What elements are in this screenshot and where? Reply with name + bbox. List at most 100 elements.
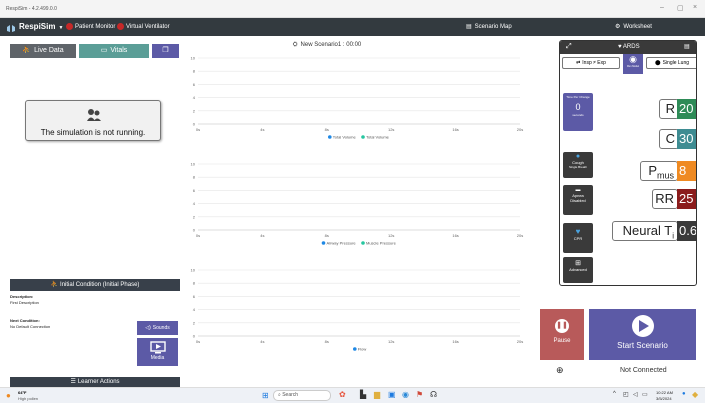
media-button[interactable]: Media bbox=[137, 338, 178, 366]
sounds-label: Sounds bbox=[152, 325, 170, 331]
x-tick-label: 4s bbox=[260, 339, 264, 344]
app-icon[interactable]: ⚑ bbox=[416, 390, 423, 399]
scenario-map-button[interactable]: ▤ Scenario Map bbox=[466, 18, 512, 36]
widget-icon[interactable]: ◆ bbox=[692, 390, 698, 399]
simulation-status-box: The simulation is not running. bbox=[25, 100, 161, 141]
virtual-ventilator-button[interactable]: Virtual Ventilator bbox=[117, 18, 170, 36]
edge-icon[interactable]: ◉ bbox=[402, 390, 409, 399]
worksheet-button[interactable]: ⚙ Worksheet bbox=[615, 18, 652, 36]
explorer-icon[interactable]: ▆ bbox=[374, 390, 380, 399]
chart-total-volume: 10 8 6 4 2 0 0s 4s 8s 12s 16s 20s Total Volume Total … bbox=[188, 54, 533, 144]
advanced-label: Advanced bbox=[569, 267, 587, 272]
store-icon[interactable]: ▣ bbox=[388, 390, 396, 399]
single-lung-button[interactable]: ⬤ Single Lung bbox=[646, 57, 696, 69]
simulation-message: The simulation is not running. bbox=[40, 128, 146, 137]
insp-exp-label: Insp ≠ Exp bbox=[582, 60, 606, 66]
scenario-name-field[interactable]: ⛭ New Scenario1 : 00:00 bbox=[244, 39, 410, 52]
y-tick-label: 10 bbox=[191, 56, 196, 61]
panel-title-label: ARDS bbox=[622, 44, 640, 50]
insp-exp-button[interactable]: ⇄ Insp ≠ Exp bbox=[562, 57, 620, 69]
x-tick-label: 12s bbox=[388, 339, 394, 344]
taskview-icon[interactable]: ▙ bbox=[360, 390, 366, 399]
y-tick-label: 6 bbox=[193, 82, 196, 87]
y-tick-label: 4 bbox=[193, 95, 196, 100]
y-tick-label: 8 bbox=[193, 281, 196, 286]
param-pmus-value[interactable]: 8 bbox=[677, 161, 696, 181]
virtual-ventilator-label: Virtual Ventilator bbox=[126, 24, 170, 30]
tab-vitals-label: Vitals bbox=[110, 47, 128, 54]
tab-vitals[interactable]: ▭ Vitals bbox=[79, 44, 149, 58]
x-tick-label: 16s bbox=[452, 127, 458, 132]
param-pmus-label: Pmus bbox=[640, 161, 678, 181]
windows-start-icon[interactable]: ⊞ bbox=[262, 391, 269, 400]
weather-icon[interactable]: ● bbox=[6, 391, 11, 400]
legend-label[interactable]: Flow bbox=[358, 347, 367, 352]
legend-marker bbox=[328, 135, 332, 139]
time-per-change-button[interactable]: Time Per Change 0 seconds bbox=[563, 93, 593, 131]
patient-monitor-button[interactable]: Patient Monitor bbox=[66, 18, 115, 36]
brand-menu[interactable]: RespiSim ▼ bbox=[6, 18, 63, 36]
window-title: RespiSim - 4.2.499.0.0 bbox=[6, 6, 57, 12]
legend-label[interactable]: Airway Pressure bbox=[327, 241, 357, 246]
vitals-icon: ▭ bbox=[100, 47, 108, 54]
brand-label: RespiSim bbox=[19, 22, 56, 31]
param-neural-ti-value[interactable]: 0.6 bbox=[677, 221, 696, 241]
battery-icon[interactable]: ▭ bbox=[642, 391, 648, 398]
legend-label[interactable]: Total Volume bbox=[366, 135, 390, 140]
network-icon[interactable]: ◰ bbox=[623, 391, 629, 398]
pmus-sub: mus bbox=[656, 170, 674, 181]
cough-button[interactable]: ● Cough Single Breath bbox=[563, 152, 593, 178]
weather-temp: 64°F bbox=[18, 390, 27, 395]
taskbar-search[interactable]: ⌕ Search bbox=[273, 390, 331, 401]
legend-label[interactable]: Total Volume bbox=[333, 135, 357, 140]
y-tick-label: 0 bbox=[193, 334, 196, 339]
minimize-icon[interactable]: – bbox=[660, 4, 664, 11]
legend-label[interactable]: Muscle Pressure bbox=[366, 241, 397, 246]
copilot-icon[interactable]: ✿ bbox=[339, 390, 346, 399]
swap-icon: ⇄ bbox=[576, 60, 581, 66]
panel-header: ⤢ ♥ ARDS ▤ bbox=[560, 41, 696, 54]
pause-label: Pause bbox=[553, 338, 571, 344]
x-tick-label: 8s bbox=[325, 233, 329, 238]
target-icon[interactable]: ⊕ bbox=[556, 365, 564, 376]
tab-live-data[interactable]: ⛹ Live Data bbox=[10, 44, 76, 58]
param-rr-value[interactable]: 25 bbox=[677, 189, 696, 209]
y-tick-label: 0 bbox=[193, 122, 196, 127]
advanced-button[interactable]: ⊞ Advanced bbox=[563, 257, 593, 283]
legend-marker bbox=[321, 241, 326, 245]
sounds-button[interactable]: ◁) Sounds bbox=[137, 321, 178, 335]
volume-icon[interactable]: ◁ bbox=[633, 391, 638, 398]
tray-chevron-icon[interactable]: ^ bbox=[613, 391, 616, 397]
cpr-button[interactable]: ♥ CPR bbox=[563, 223, 593, 253]
maximize-icon[interactable]: ▢ bbox=[677, 4, 684, 12]
settings-icon[interactable]: ▤ bbox=[684, 43, 690, 50]
time-per-change-label: Time Per Change bbox=[566, 95, 590, 99]
time-per-change-unit: seconds bbox=[572, 113, 584, 117]
respisim-taskbar-icon[interactable]: ☊ bbox=[430, 390, 437, 399]
close-icon[interactable]: × bbox=[693, 4, 697, 11]
app-toolbar: RespiSim ▼ Patient Monitor Virtual Ventil… bbox=[0, 18, 705, 52]
heart-icon: ♥ bbox=[575, 227, 581, 236]
window-titlebar: RespiSim - 4.2.499.0.0 – ▢ × bbox=[0, 0, 705, 18]
monitor-icon bbox=[149, 341, 166, 354]
collapse-icon[interactable]: ⤢ bbox=[566, 43, 572, 51]
start-scenario-label: Start Scenario bbox=[617, 341, 668, 350]
param-c-label: C bbox=[659, 129, 679, 149]
x-tick-label: 0s bbox=[196, 233, 200, 238]
y-tick-label: 6 bbox=[193, 188, 196, 193]
run-model-button[interactable]: ◉ Run Model bbox=[623, 54, 643, 74]
param-c-value[interactable]: 30 bbox=[677, 129, 696, 149]
status-dot-icon bbox=[66, 22, 73, 30]
search-label: Search bbox=[282, 392, 299, 398]
pause-button[interactable]: ❚❚ Pause bbox=[540, 309, 584, 360]
apnea-button[interactable]: ▬ Apnea Disabled bbox=[563, 185, 593, 215]
start-scenario-button[interactable]: Start Scenario bbox=[589, 309, 696, 360]
neural-ti-main: Neural T bbox=[622, 223, 673, 238]
param-neural-ti-label: Neural Ti bbox=[612, 221, 678, 241]
notification-icon[interactable]: ● bbox=[682, 391, 686, 397]
param-r-value[interactable]: 20 bbox=[677, 99, 696, 119]
y-tick-label: 2 bbox=[193, 214, 196, 219]
media-label: Media bbox=[150, 355, 165, 361]
learner-actions-bar[interactable]: ☰ Learner Actions bbox=[10, 377, 180, 387]
tab-extra-button[interactable]: ❐ bbox=[152, 44, 179, 58]
